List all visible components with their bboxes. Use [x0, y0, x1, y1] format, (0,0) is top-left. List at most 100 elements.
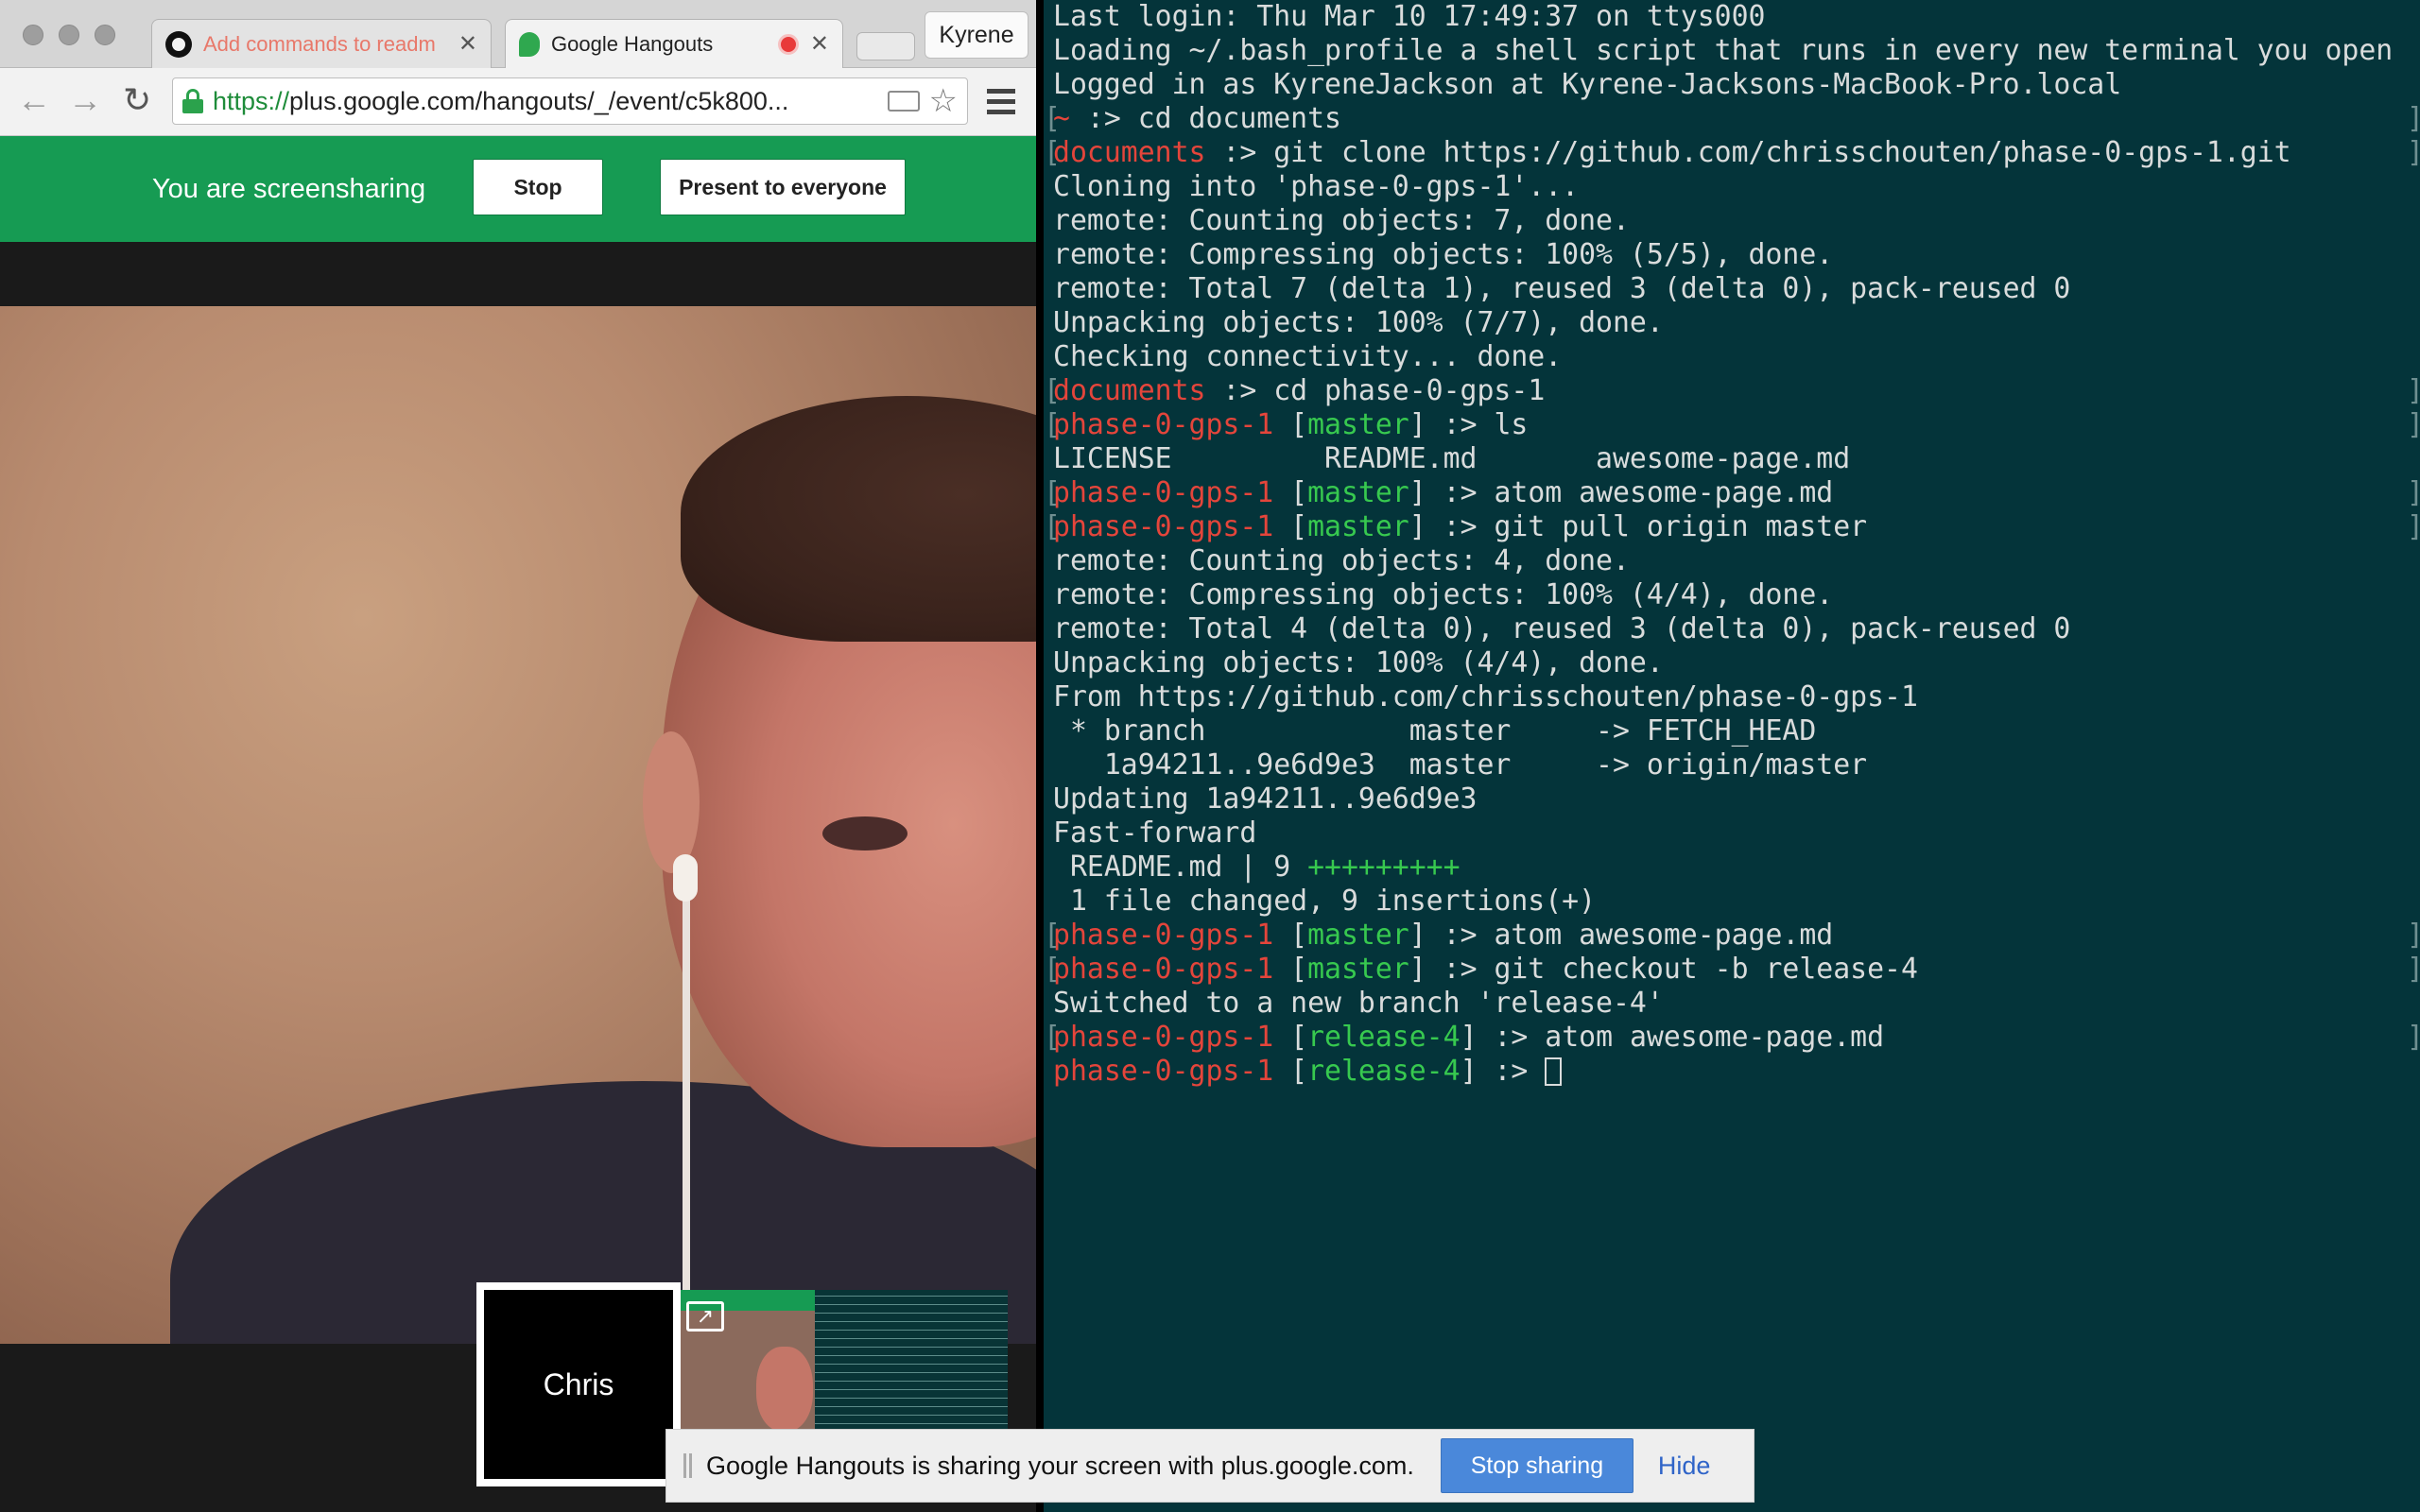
- terminal-output-line: Unpacking objects: 100% (4/4), done.: [1053, 646, 2420, 680]
- menu-icon[interactable]: [987, 89, 1015, 115]
- stop-sharing-button[interactable]: Stop sharing: [1440, 1438, 1634, 1493]
- video-person-eye: [822, 816, 908, 850]
- terminal-window[interactable]: Last login: Thu Mar 10 17:49:37 on ttys0…: [1036, 0, 2420, 1512]
- terminal-text: From https://github.com/chrisschouten/ph…: [1053, 680, 1918, 713]
- github-icon: [165, 30, 192, 58]
- terminal-text: ] :>: [1460, 1055, 1546, 1088]
- prompt-bracket: [: [1044, 510, 1061, 543]
- terminal-output-line: LICENSE README.md awesome-page.md: [1053, 442, 2420, 476]
- terminal-text: remote: Compressing objects: 100% (4/4),…: [1053, 578, 1834, 611]
- terminal-cursor[interactable]: [1545, 1057, 1563, 1086]
- close-window-button[interactable]: [23, 25, 43, 45]
- screen-share-icon: ↗: [686, 1301, 724, 1332]
- prompt-directory: phase-0-gps-1: [1053, 510, 1274, 543]
- video-person-ear: [643, 731, 700, 873]
- terminal-output-line: Checking connectivity... done.: [1053, 340, 2420, 374]
- terminal-prompt-line: []phase-0-gps-1 [release-4] :> atom awes…: [1044, 1021, 2420, 1055]
- present-to-everyone-button[interactable]: Present to everyone: [660, 159, 906, 215]
- prompt-directory: phase-0-gps-1: [1053, 919, 1274, 952]
- terminal-output-line: 1 file changed, 9 insertions(+): [1053, 885, 2420, 919]
- hide-link[interactable]: Hide: [1658, 1452, 1711, 1481]
- browser-toolbar: ← → ↻ https://plus.google.com/hangouts/_…: [0, 68, 1036, 136]
- stop-button[interactable]: Stop: [473, 159, 603, 215]
- prompt-bracket: ]: [2407, 374, 2420, 408]
- prompt-bracket: [: [1044, 374, 1061, 407]
- terminal-prompt-line: []phase-0-gps-1 [master] :> git checkout…: [1044, 953, 2420, 987]
- terminal-output-line: Loading ~/.bash_profile a shell script t…: [1053, 34, 2420, 68]
- browser-window: Add commands to readm ✕ Google Hangouts …: [0, 0, 1036, 1512]
- prompt-directory: documents: [1053, 136, 1206, 169]
- camera-blocked-icon[interactable]: [887, 91, 920, 112]
- terminal-text: Switched to a new branch 'release-4': [1053, 987, 1664, 1020]
- terminal-text: Unpacking objects: 100% (4/4), done.: [1053, 646, 1664, 679]
- video-area: Chris ↗: [0, 242, 1036, 1512]
- screenshare-status: You are screensharing: [152, 174, 426, 204]
- terminal-text: ] :> atom awesome-page.md: [1409, 476, 1834, 509]
- terminal-text: :> cd documents: [1069, 102, 1341, 135]
- prompt-bracket: ]: [2407, 408, 2420, 442]
- prompt-bracket: [: [1044, 476, 1061, 509]
- terminal-text: Unpacking objects: 100% (7/7), done.: [1053, 306, 1664, 339]
- prompt-directory: phase-0-gps-1: [1053, 1055, 1274, 1088]
- terminal-text: remote: Total 7 (delta 1), reused 3 (del…: [1053, 272, 2071, 305]
- minimize-window-button[interactable]: [59, 25, 79, 45]
- prompt-directory: phase-0-gps-1: [1053, 953, 1274, 986]
- back-arrow-icon[interactable]: ←: [17, 81, 51, 119]
- terminal-text: 1a94211..9e6d9e3 master -> origin/master: [1053, 748, 1868, 782]
- terminal-output-line: 1a94211..9e6d9e3 master -> origin/master: [1053, 748, 2420, 782]
- tab-strip: Add commands to readm ✕ Google Hangouts …: [0, 0, 1036, 68]
- terminal-output-line: * branch master -> FETCH_HEAD: [1053, 714, 2420, 748]
- terminal-output-line: Unpacking objects: 100% (7/7), done.: [1053, 306, 2420, 340]
- bookmark-star-icon[interactable]: ☆: [929, 82, 958, 120]
- close-tab-icon[interactable]: ✕: [458, 30, 477, 58]
- terminal-output-line: Updating 1a94211..9e6d9e3: [1053, 782, 2420, 816]
- git-branch-text: release-4: [1307, 1055, 1461, 1088]
- zoom-window-button[interactable]: [95, 25, 115, 45]
- prompt-directory: phase-0-gps-1: [1053, 408, 1274, 441]
- screenshare-banner: You are screensharing Stop Present to ev…: [0, 136, 1036, 242]
- git-branch-text: master: [1307, 510, 1409, 543]
- git-branch-text: master: [1307, 953, 1409, 986]
- screen-sharing-notification: Google Hangouts is sharing your screen w…: [666, 1429, 1754, 1503]
- notification-text: Google Hangouts is sharing your screen w…: [706, 1451, 1414, 1480]
- terminal-prompt-line: phase-0-gps-1 [release-4] :>: [1053, 1055, 2420, 1089]
- drag-handle-icon[interactable]: [683, 1453, 693, 1478]
- terminal-text: Updating 1a94211..9e6d9e3: [1053, 782, 1478, 816]
- terminal-text: Cloning into 'phase-0-gps-1'...: [1053, 170, 1580, 203]
- address-bar[interactable]: https://plus.google.com/hangouts/_/event…: [172, 77, 968, 125]
- terminal-output-line: From https://github.com/chrisschouten/ph…: [1053, 680, 2420, 714]
- close-tab-icon[interactable]: ✕: [810, 30, 829, 58]
- prompt-bracket: [: [1044, 136, 1061, 169]
- prompt-bracket: ]: [2407, 102, 2420, 136]
- tab-github[interactable]: Add commands to readm ✕: [151, 19, 492, 68]
- git-branch-text: release-4: [1307, 1021, 1461, 1054]
- prompt-bracket: ]: [2407, 953, 2420, 987]
- prompt-bracket: [: [1044, 408, 1061, 441]
- participant-name: Chris: [543, 1366, 614, 1401]
- terminal-prompt-line: []phase-0-gps-1 [master] :> atom awesome…: [1044, 476, 2420, 510]
- tab-title: Google Hangouts: [551, 31, 714, 56]
- prompt-directory: documents: [1053, 374, 1206, 407]
- terminal-text: ] :> atom awesome-page.md: [1409, 919, 1834, 952]
- earbud-wire: [683, 873, 690, 1344]
- terminal-text: README.md | 9: [1053, 850, 1308, 884]
- main-video-feed[interactable]: [0, 306, 1036, 1344]
- screenshare-thumbnail-face: [756, 1347, 813, 1432]
- terminal-text: remote: Total 4 (delta 0), reused 3 (del…: [1053, 612, 2071, 645]
- terminal-output-line: remote: Compressing objects: 100% (4/4),…: [1053, 578, 2420, 612]
- terminal-output-line: Logged in as KyreneJackson at Kyrene-Jac…: [1053, 68, 2420, 102]
- terminal-output-line: remote: Counting objects: 7, done.: [1053, 204, 2420, 238]
- prompt-bracket: ]: [2407, 510, 2420, 544]
- terminal-text: [: [1273, 510, 1308, 543]
- terminal-output-line: Switched to a new branch 'release-4': [1053, 987, 2420, 1021]
- git-branch-text: +++++++++: [1307, 850, 1461, 884]
- new-tab-button[interactable]: [856, 32, 915, 60]
- profile-button[interactable]: Kyrene: [925, 11, 1028, 59]
- tab-hangouts[interactable]: Google Hangouts ✕: [505, 19, 843, 68]
- prompt-bracket: ]: [2407, 136, 2420, 170]
- participant-tile-self[interactable]: Chris: [476, 1282, 681, 1486]
- url-text[interactable]: https://plus.google.com/hangouts/_/event…: [213, 87, 878, 116]
- tab-title: Add commands to readm: [203, 31, 436, 56]
- reload-icon[interactable]: ↻: [123, 81, 151, 119]
- forward-arrow-icon[interactable]: →: [68, 81, 102, 119]
